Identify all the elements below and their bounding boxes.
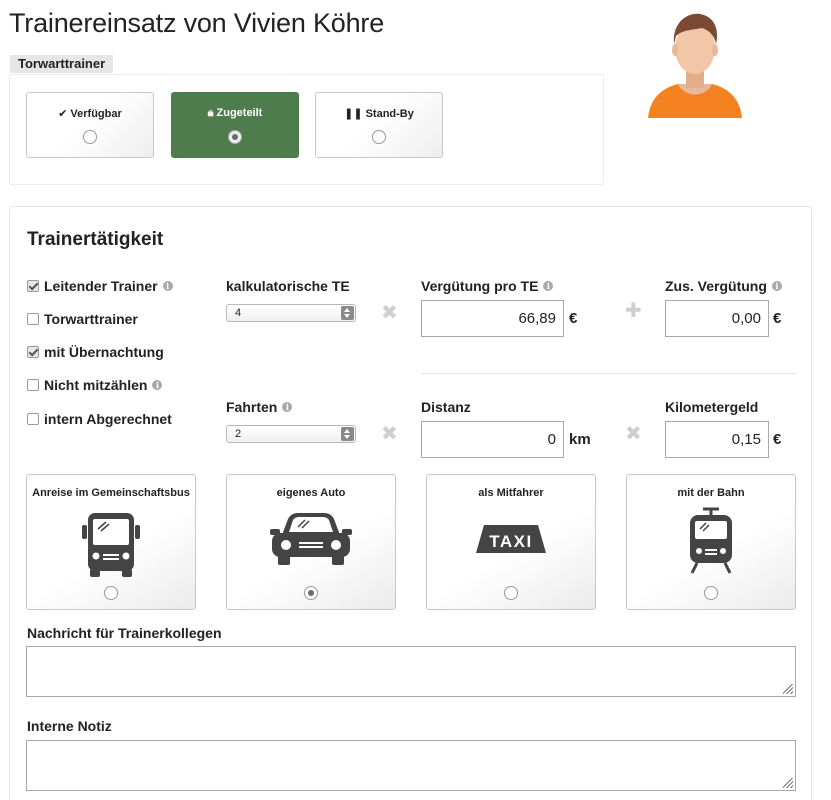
checkbox-goalkeeper-trainer[interactable]: Torwarttrainer (27, 310, 138, 328)
travel-option-own-car[interactable]: eigenes Auto (226, 474, 396, 610)
multiply-icon: ✖ (381, 423, 398, 445)
distance-unit: km (569, 431, 591, 448)
info-icon[interactable]: i (152, 380, 163, 390)
car-icon (270, 513, 352, 565)
travel-radio-passenger[interactable] (504, 586, 518, 600)
mileage-label: Kilometergeld (665, 399, 759, 415)
taxi-icon: TAXI (476, 525, 546, 553)
multiply-icon: ✖ (625, 423, 642, 445)
status-option-available[interactable]: ✔ Verfügbar (26, 92, 154, 158)
internal-note-label: Interne Notiz (27, 718, 112, 734)
checkbox-do-not-count[interactable]: Nicht mitzählen i (27, 376, 163, 394)
status-radio-standby[interactable] (372, 130, 386, 144)
extra-pay-input[interactable]: 0,00 (665, 300, 769, 337)
person-avatar-icon (648, 13, 742, 118)
travel-option-label: Anreise im Gemeinschaftsbus (32, 487, 190, 499)
checkbox[interactable] (27, 346, 39, 358)
section-title: Trainertätigkeit (27, 229, 164, 250)
trips-label: Fahrten i (226, 399, 293, 415)
trips-select-value: 2 (235, 428, 242, 440)
divider (421, 373, 796, 374)
internal-note-textarea[interactable] (26, 740, 796, 791)
checkbox-internal-billed[interactable]: intern Abgerechnet (27, 410, 172, 428)
status-option-label: Stand-By (365, 108, 414, 120)
checkbox-label: Nicht mitzählen (44, 377, 148, 393)
status-radio-assigned[interactable] (228, 130, 242, 144)
pause-icon: ❚❚ (344, 108, 363, 120)
check-icon: ✔ (58, 108, 68, 120)
select-arrows-icon (341, 306, 354, 320)
extra-pay-label: Zus. Vergütung i (665, 278, 782, 294)
info-icon[interactable]: i (162, 281, 173, 291)
travel-option-train[interactable]: mit der Bahn (626, 474, 796, 610)
tram-icon (690, 507, 732, 574)
resize-grip-icon[interactable] (783, 684, 793, 694)
checkbox-leading-trainer[interactable]: Leitender Trainer i (27, 277, 173, 295)
extra-pay-unit: € (773, 310, 782, 327)
checkbox-label: mit Übernachtung (44, 344, 164, 360)
info-icon[interactable]: i (771, 281, 782, 291)
checkbox[interactable] (27, 413, 39, 425)
trips-select[interactable]: 2 (226, 425, 356, 443)
travel-option-label: als Mitfahrer (478, 487, 544, 499)
checkbox[interactable] (27, 379, 39, 391)
resize-grip-icon[interactable] (783, 778, 793, 788)
rate-input[interactable]: 66,89 (421, 300, 564, 337)
te-select-value: 4 (235, 307, 242, 319)
travel-radio-bus[interactable] (104, 586, 118, 600)
rate-unit: € (569, 310, 578, 327)
distance-label: Distanz (421, 399, 471, 415)
select-arrows-icon (341, 427, 354, 441)
te-select[interactable]: 4 (226, 304, 356, 322)
checkbox-overnight[interactable]: mit Übernachtung (27, 343, 164, 361)
travel-radio-own-car[interactable] (304, 586, 318, 600)
status-radio-available[interactable] (83, 130, 97, 144)
multiply-icon: ✖ (381, 302, 398, 324)
info-icon[interactable]: i (282, 402, 293, 412)
checkbox-label: Leitender Trainer (44, 278, 158, 294)
svg-text:TAXI: TAXI (489, 532, 532, 551)
checkbox[interactable] (27, 280, 39, 292)
page-title: Trainereinsatz von Vivien Köhre (9, 8, 385, 38)
checkbox-label: Torwarttrainer (44, 311, 138, 327)
bus-icon (82, 513, 140, 577)
travel-option-passenger[interactable]: als Mitfahrer TAXI (426, 474, 596, 610)
status-option-standby[interactable]: ❚❚ Stand-By (315, 92, 443, 158)
lock-icon: 🔒︎ (207, 107, 214, 119)
travel-option-label: eigenes Auto (276, 487, 346, 499)
distance-input[interactable]: 0 (421, 421, 564, 458)
status-option-assigned[interactable]: 🔒︎ Zugeteilt (171, 92, 299, 158)
colleague-message-label: Nachricht für Trainerkollegen (27, 625, 222, 641)
rate-label: Vergütung pro TE i (421, 278, 554, 294)
mileage-unit: € (773, 431, 782, 448)
plus-icon: ✚ (625, 300, 642, 322)
mileage-input[interactable]: 0,15 (665, 421, 769, 458)
travel-option-label: mit der Bahn (677, 487, 745, 499)
role-tag: Torwarttrainer (10, 55, 114, 73)
status-option-label: Verfügbar (70, 108, 122, 120)
status-option-label: Zugeteilt (216, 107, 263, 119)
colleague-message-textarea[interactable] (26, 646, 796, 697)
travel-radio-train[interactable] (704, 586, 718, 600)
checkbox[interactable] (27, 313, 39, 325)
info-icon[interactable]: i (543, 281, 554, 291)
checkbox-label: intern Abgerechnet (44, 411, 172, 427)
te-label: kalkulatorische TE (226, 278, 350, 294)
travel-option-bus[interactable]: Anreise im Gemeinschaftsbus (26, 474, 196, 610)
